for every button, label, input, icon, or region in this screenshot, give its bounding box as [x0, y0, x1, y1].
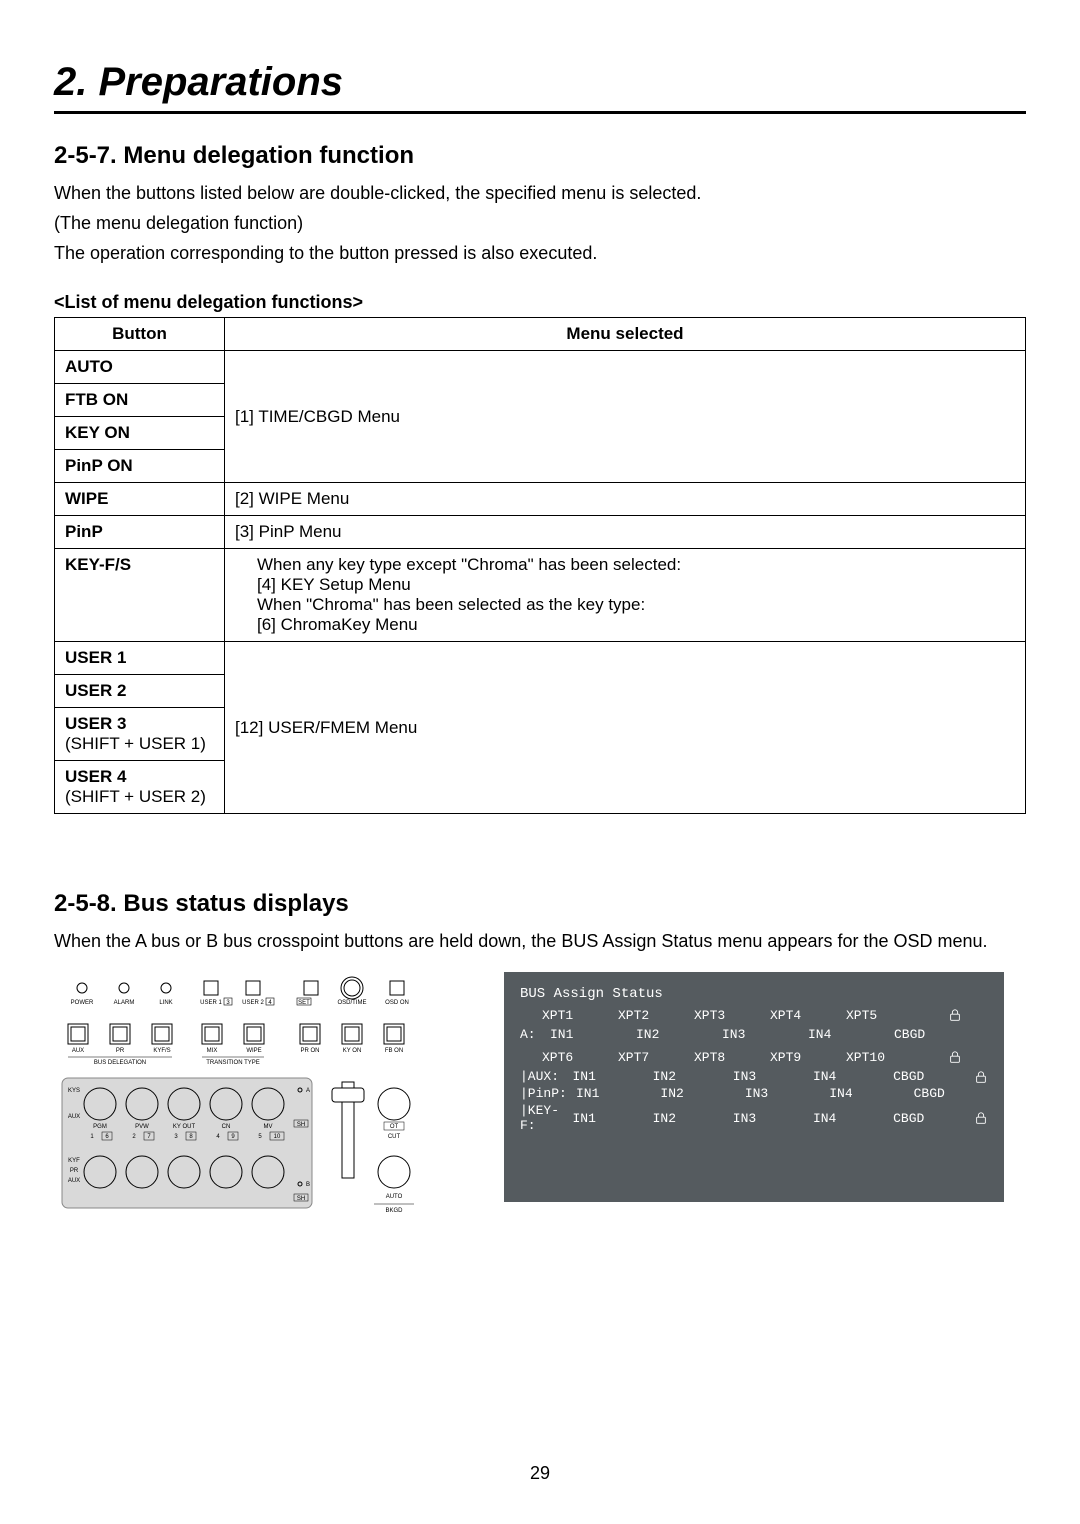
label-osdon: OSD ON — [385, 1000, 409, 1006]
button-cell: USER 1 — [55, 642, 225, 675]
section-258-heading: 2-5-8. Bus status displays — [54, 890, 1026, 918]
lock-icon — [922, 1008, 988, 1022]
label-set: SET — [298, 1000, 310, 1006]
svg-text:CN: CN — [222, 1124, 231, 1130]
button-cell: PinP — [55, 516, 225, 549]
page-number: 29 — [0, 1463, 1080, 1484]
osd-row-a: A: IN1 IN2 IN3 IN4 CBGD — [520, 1027, 988, 1042]
svg-text:PGM: PGM — [93, 1124, 107, 1130]
chapter-title: 2. Preparations — [54, 60, 1026, 114]
svg-text:KYF: KYF — [68, 1158, 80, 1164]
menu-cell: [3] PinP Menu — [225, 516, 1026, 549]
button-cell: KEY ON — [55, 417, 225, 450]
label-user2: USER 2 — [242, 1000, 264, 1006]
svg-text:A: A — [306, 1088, 310, 1094]
svg-text:SH: SH — [297, 1196, 305, 1202]
delegation-table: Button Menu selected AUTO [1] TIME/CBGD … — [54, 317, 1026, 814]
table-caption: <List of menu delegation functions> — [54, 292, 1026, 313]
svg-text:BUS DELEGATION: BUS DELEGATION — [94, 1060, 146, 1066]
svg-text:OT: OT — [390, 1124, 399, 1130]
menu-line: When "Chroma" has been selected as the k… — [257, 595, 645, 614]
label-alarm: ALARM — [114, 1000, 135, 1006]
svg-text:PR: PR — [116, 1048, 125, 1054]
svg-text:KY OUT: KY OUT — [173, 1124, 196, 1130]
svg-text:WIPE: WIPE — [246, 1048, 261, 1054]
svg-text:AUX: AUX — [68, 1114, 80, 1120]
lock-icon — [973, 1070, 988, 1084]
table-row: PinP [3] PinP Menu — [55, 516, 1026, 549]
menu-cell: [2] WIPE Menu — [225, 483, 1026, 516]
menu-cell: [1] TIME/CBGD Menu — [225, 351, 1026, 483]
svg-text:AUX: AUX — [72, 1048, 84, 1054]
button-cell: PinP ON — [55, 450, 225, 483]
svg-text:BKGD: BKGD — [385, 1208, 403, 1214]
lock-icon — [922, 1050, 988, 1064]
label-link: LINK — [159, 1000, 172, 1006]
table-row: KEY-F/S When any key type except "Chroma… — [55, 549, 1026, 642]
osd-row-keyf: |KEY-F: IN1 IN2 IN3 IN4 CBGD — [520, 1103, 988, 1133]
svg-text:B: B — [306, 1182, 310, 1188]
button-cell: USER 2 — [55, 675, 225, 708]
menu-line: [4] KEY Setup Menu — [257, 575, 411, 594]
svg-text:AUX: AUX — [68, 1178, 80, 1184]
menu-cell: [12] USER/FMEM Menu — [225, 642, 1026, 814]
svg-text:PR: PR — [70, 1168, 79, 1174]
section-257-para2: (The menu delegation function) — [54, 210, 1026, 236]
section-258-para1: When the A bus or B bus crosspoint butto… — [54, 928, 1026, 954]
section-257-para1: When the buttons listed below are double… — [54, 180, 1026, 206]
table-header-menu: Menu selected — [225, 318, 1026, 351]
label-osdtime: OSD/TIME — [337, 1000, 366, 1006]
svg-text:MV: MV — [264, 1124, 273, 1130]
svg-text:AUTO: AUTO — [386, 1194, 403, 1200]
osd-col-heads2: XPT6 XPT7 XPT8 XPT9 XPT10 — [542, 1050, 988, 1065]
table-row: WIPE [2] WIPE Menu — [55, 483, 1026, 516]
button-cell: AUTO — [55, 351, 225, 384]
lock-icon — [973, 1111, 988, 1125]
table-row: USER 1 [12] USER/FMEM Menu — [55, 642, 1026, 675]
button-cell: FTB ON — [55, 384, 225, 417]
table-header-button: Button — [55, 318, 225, 351]
svg-text:KYF/S: KYF/S — [153, 1048, 170, 1054]
svg-text:SH: SH — [297, 1122, 305, 1128]
button-cell: KEY-F/S — [55, 549, 225, 642]
svg-text:KY ON: KY ON — [343, 1048, 362, 1054]
svg-text:PVW: PVW — [135, 1124, 149, 1130]
section-257-heading: 2-5-7. Menu delegation function — [54, 142, 1026, 170]
label-user1: USER 1 — [200, 1000, 222, 1006]
svg-text:FB ON: FB ON — [385, 1048, 403, 1054]
button-sublabel: (SHIFT + USER 2) — [65, 787, 214, 807]
button-cell: WIPE — [55, 483, 225, 516]
svg-text:CUT: CUT — [388, 1134, 401, 1140]
svg-text:10: 10 — [274, 1134, 281, 1140]
menu-cell: When any key type except "Chroma" has be… — [225, 549, 1026, 642]
osd-display: BUS Assign Status XPT1 XPT2 XPT3 XPT4 XP… — [504, 972, 1004, 1202]
osd-row-aux: |AUX: IN1 IN2 IN3 IN4 CBGD — [520, 1069, 988, 1084]
table-row: AUTO [1] TIME/CBGD Menu — [55, 351, 1026, 384]
osd-row-pinp: |PinP: IN1 IN2 IN3 IN4 CBGD — [520, 1086, 988, 1101]
section-257-para3: The operation corresponding to the butto… — [54, 240, 1026, 266]
svg-text:MIX: MIX — [207, 1048, 218, 1054]
control-panel-diagram: POWER ALARM LINK USER 1 3 USER 2 4 SET O… — [54, 972, 464, 1232]
svg-text:KYS: KYS — [68, 1088, 80, 1094]
button-cell: USER 3 (SHIFT + USER 1) — [55, 708, 225, 761]
svg-text:PR ON: PR ON — [300, 1048, 319, 1054]
menu-line: When any key type except "Chroma" has be… — [257, 555, 681, 574]
label-power: POWER — [71, 1000, 94, 1006]
svg-text:TRANSITION TYPE: TRANSITION TYPE — [206, 1060, 260, 1066]
button-sublabel: (SHIFT + USER 1) — [65, 734, 214, 754]
menu-line: [6] ChromaKey Menu — [257, 615, 418, 634]
osd-col-heads: XPT1 XPT2 XPT3 XPT4 XPT5 — [542, 1008, 988, 1023]
osd-title: BUS Assign Status — [520, 986, 988, 1002]
button-cell: USER 4 (SHIFT + USER 2) — [55, 761, 225, 814]
